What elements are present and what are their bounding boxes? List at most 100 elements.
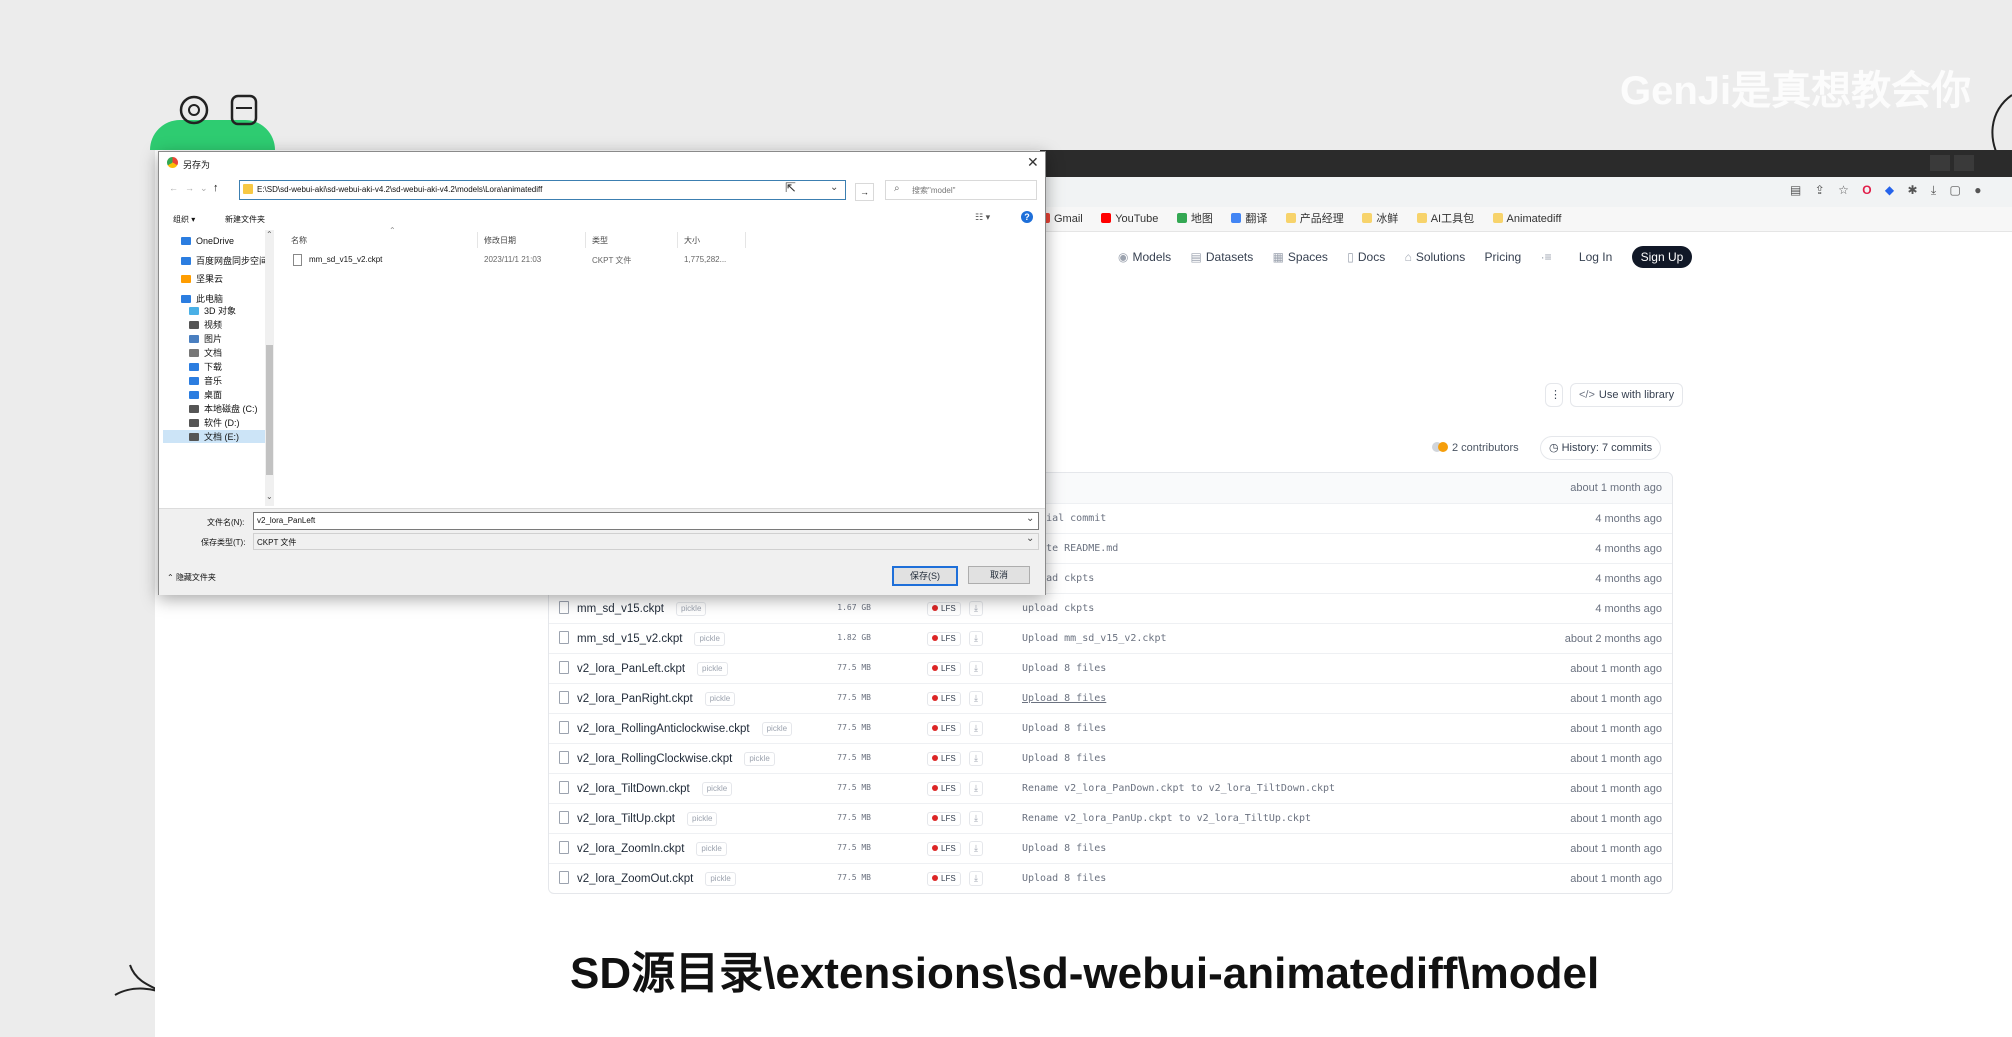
commit-message[interactable]: Rename v2_lora_PanDown.ckpt to v2_lora_T… — [1022, 783, 1335, 794]
nav-docs[interactable]: ▯ Docs — [1347, 244, 1385, 270]
forward-arrow-icon[interactable]: → — [185, 183, 194, 193]
table-row[interactable]: mm_sd_v15_v2.ckpt pickle 1.82 GB LFS ⤓ Upload… — [549, 623, 1672, 654]
nav-item-desktop[interactable]: 桌面 — [189, 388, 222, 401]
commit-message[interactable]: Upload 8 files — [1022, 693, 1106, 704]
commit-message[interactable]: Upload 8 files — [1022, 663, 1106, 674]
pickle-badge[interactable]: pickle — [704, 692, 736, 706]
save-button[interactable]: 保存(S) — [892, 566, 958, 586]
profile-icon[interactable]: ● — [1974, 183, 1981, 197]
back-arrow-icon[interactable]: ← — [169, 183, 178, 193]
more-options-button[interactable]: ⋮ — [1545, 383, 1563, 407]
recent-dropdown-icon[interactable]: ⌄ — [200, 183, 208, 194]
column-type[interactable]: 类型 — [592, 235, 608, 246]
signup-button[interactable]: Sign Up — [1631, 246, 1693, 268]
nav-spaces[interactable]: ▦ Spaces — [1273, 244, 1328, 270]
nav-pricing[interactable]: Pricing — [1485, 244, 1522, 270]
filetype-select[interactable]: CKPT 文件 ⌄ — [253, 533, 1039, 550]
bookmark-translate[interactable]: 翻译 — [1231, 207, 1267, 231]
filename-dropdown-icon[interactable]: ⌄ — [1026, 513, 1034, 524]
scroll-up-icon[interactable]: ⌃ — [266, 230, 273, 239]
nav-more-icon[interactable]: ·≡ — [1541, 244, 1552, 270]
commit-message[interactable]: Upload mm_sd_v15_v2.ckpt — [1022, 633, 1167, 644]
bookmark-youtube[interactable]: YouTube — [1101, 207, 1158, 231]
commit-message[interactable]: upload ckpts — [1022, 603, 1094, 614]
column-name[interactable]: 名称 — [291, 235, 307, 246]
up-arrow-icon[interactable]: ↑ — [213, 182, 219, 194]
organize-menu[interactable]: 组织 ▾ — [173, 214, 195, 225]
download-icon[interactable]: ⤓ — [969, 841, 983, 856]
bookmark-folder-ice[interactable]: 冰鲜 — [1362, 207, 1398, 231]
column-modified[interactable]: 修改日期 — [484, 235, 516, 246]
close-icon[interactable]: ✕ — [1027, 154, 1039, 171]
nav-item-drive-e[interactable]: 文档 (E:) — [163, 430, 273, 443]
file-name-link[interactable]: v2_lora_RollingAnticlockwise.ckpt pickle — [577, 722, 793, 736]
file-name-link[interactable]: mm_sd_v15.ckpt pickle — [577, 602, 707, 616]
commit-message[interactable]: Upload 8 files — [1022, 843, 1106, 854]
cancel-button[interactable]: 取消 — [968, 566, 1030, 584]
help-icon[interactable]: ? — [1021, 211, 1033, 223]
download-icon[interactable]: ⤓ — [969, 691, 983, 706]
nav-item-baidu-sync[interactable]: 百度网盘同步空间 — [181, 254, 268, 267]
opera-icon[interactable]: O — [1862, 183, 1871, 197]
bookmark-folder-ai[interactable]: AI工具包 — [1416, 207, 1474, 231]
nav-item-music[interactable]: 音乐 — [189, 374, 222, 387]
table-row[interactable]: mm_sd_v15.ckpt pickle 1.67 GB LFS ⤓ upload ck… — [549, 593, 1672, 624]
table-row[interactable]: v2_lora_RollingClockwise.ckpt pickle 77.5 … — [549, 743, 1672, 774]
commit-message[interactable]: Upload 8 files — [1022, 723, 1106, 734]
login-link[interactable]: Log In — [1579, 244, 1612, 270]
nav-item-documents[interactable]: 文档 — [189, 346, 222, 359]
minimize-button[interactable] — [1930, 155, 1950, 171]
nav-item-pictures[interactable]: 图片 — [189, 332, 222, 345]
download-icon[interactable]: ⤓ — [1931, 183, 1936, 197]
commit-message[interactable]: Upload 8 files — [1022, 753, 1106, 764]
nav-item-onedrive[interactable]: OneDrive — [181, 236, 234, 246]
pickle-badge[interactable]: pickle — [687, 812, 718, 826]
new-folder-button[interactable]: 新建文件夹 — [225, 214, 265, 225]
file-name-link[interactable]: v2_lora_TiltUp.ckpt pickle — [577, 812, 718, 826]
scroll-thumb[interactable] — [266, 345, 273, 475]
filetype-dropdown-icon[interactable]: ⌄ — [1026, 533, 1034, 544]
extension-blue-icon[interactable]: ◆ — [1885, 183, 1894, 197]
download-icon[interactable]: ⤓ — [969, 721, 983, 736]
hide-folders-toggle[interactable]: ⌃ 隐藏文件夹 — [167, 572, 216, 583]
address-dropdown-icon[interactable]: ⌄ — [830, 182, 838, 193]
table-row[interactable]: v2_lora_ZoomOut.ckpt pickle 77.5 MB LFS ⤓ Upl… — [549, 863, 1672, 894]
nav-item-jianguoyun[interactable]: 坚果云 — [181, 272, 223, 285]
file-item[interactable]: mm_sd_v15_v2.ckpt 2023/11/1 21:03 CKPT 文… — [287, 252, 887, 268]
download-icon[interactable]: ⤓ — [969, 751, 983, 766]
pickle-badge[interactable]: pickle — [675, 602, 707, 616]
bookmark-maps[interactable]: 地图 — [1176, 207, 1213, 231]
filename-input[interactable]: v2_lora_PanLeft ⌄ — [253, 512, 1039, 530]
nav-item-videos[interactable]: 视频 — [189, 318, 222, 331]
download-icon[interactable]: ⤓ — [969, 871, 983, 886]
star-icon[interactable]: ☆ — [1838, 183, 1849, 197]
contributors-info[interactable]: 2 contributors — [1432, 440, 1519, 456]
table-row[interactable]: v2_lora_PanLeft.ckpt pickle 77.5 MB LFS ⤓ Upl… — [549, 653, 1672, 684]
sidepanel-icon[interactable]: ▢ — [1950, 183, 1961, 197]
bookmark-folder-pm[interactable]: 产品经理 — [1285, 207, 1344, 231]
file-name-link[interactable]: v2_lora_TiltDown.ckpt pickle — [577, 782, 733, 796]
table-row[interactable]: v2_lora_TiltUp.ckpt pickle 77.5 MB LFS ⤓ Rena… — [549, 803, 1672, 834]
history-button[interactable]: ◷ History: 7 commits — [1540, 436, 1662, 460]
bookmark-folder-animatediff[interactable]: Animatediff — [1492, 207, 1561, 231]
commit-message[interactable]: Upload 8 files — [1022, 873, 1106, 884]
table-row[interactable]: v2_lora_TiltDown.ckpt pickle 77.5 MB LFS ⤓ Re… — [549, 773, 1672, 804]
pickle-badge[interactable]: pickle — [701, 782, 733, 796]
use-with-library-button[interactable]: </> Use with library — [1570, 383, 1684, 407]
puzzle-icon[interactable]: ✱ — [1907, 183, 1917, 197]
go-arrow-icon[interactable]: → — [855, 183, 874, 201]
pickle-badge[interactable]: pickle — [744, 752, 775, 766]
file-name-link[interactable]: v2_lora_ZoomOut.ckpt pickle — [577, 872, 736, 886]
view-options-icon[interactable]: ☷ ▾ — [975, 212, 990, 223]
pickle-badge[interactable]: pickle — [697, 662, 728, 676]
nav-item-drive-d[interactable]: 软件 (D:) — [189, 416, 240, 429]
download-icon[interactable]: ⤓ — [969, 601, 983, 616]
file-name-link[interactable]: mm_sd_v15_v2.ckpt pickle — [577, 632, 725, 646]
pickle-badge[interactable]: pickle — [705, 872, 736, 886]
table-row[interactable]: v2_lora_ZoomIn.ckpt pickle 77.5 MB LFS ⤓ Uplo… — [549, 833, 1672, 864]
nav-item-3d-objects[interactable]: 3D 对象 — [189, 304, 236, 317]
bookmark-gmail[interactable]: Gmail — [1040, 207, 1083, 231]
file-name-link[interactable]: v2_lora_PanLeft.ckpt pickle — [577, 662, 728, 676]
search-box[interactable]: ⌕ 搜索"model" — [885, 180, 1037, 200]
scroll-down-icon[interactable]: ⌄ — [266, 492, 273, 501]
